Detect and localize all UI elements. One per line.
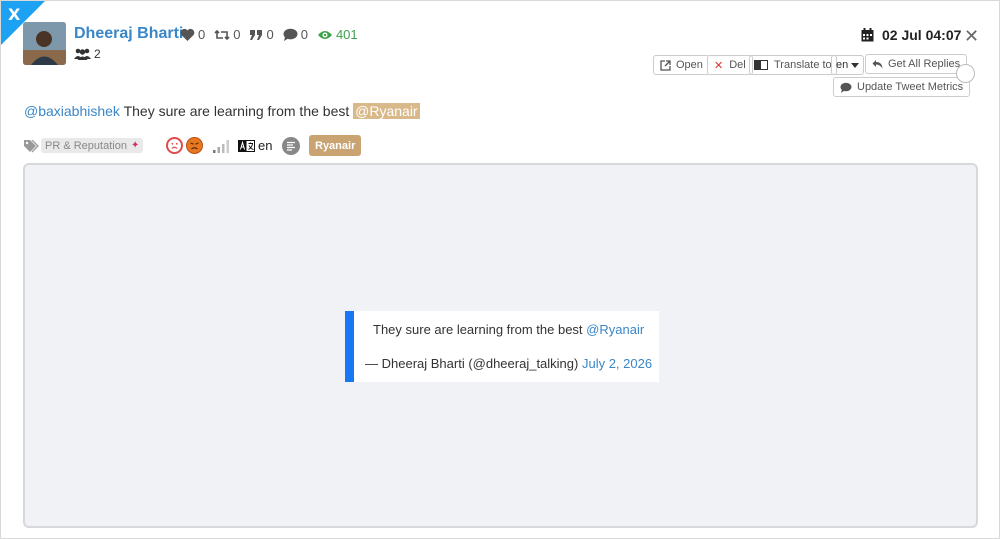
language-value: en [836, 59, 849, 71]
embedded-tweet-quote: They sure are learning from the best @Ry… [345, 311, 659, 382]
likes-stat: 0 [180, 27, 205, 42]
translate-label: Translate to [749, 55, 837, 75]
replies-stat: 0 [283, 27, 308, 42]
retweet-icon [214, 29, 230, 40]
delete-label: Del [729, 59, 746, 71]
open-button[interactable]: Open [653, 55, 710, 75]
language-tag-text: en [258, 138, 273, 153]
delete-x-icon: ✕ [714, 58, 724, 72]
embed-date-link[interactable]: July 2, 2026 [582, 356, 652, 371]
reply-icon [872, 60, 883, 69]
sparkle-icon: ✦ [130, 140, 140, 151]
likes-count: 0 [198, 27, 206, 42]
caret-down-icon [851, 62, 860, 68]
followers: 2 [74, 47, 101, 61]
get-all-replies-label: Get All Replies [888, 58, 961, 70]
open-label: Open [676, 59, 703, 71]
calendar-icon [861, 28, 874, 42]
post-card: X Dheeraj Bharti 0 0 0 0 401 2 02 Jul 04… [0, 0, 1000, 539]
replies-count: 0 [300, 27, 308, 42]
language-select[interactable]: en [831, 55, 865, 75]
x-logo-icon: X [8, 5, 21, 24]
highlighted-mention[interactable]: @Ryanair [353, 103, 420, 119]
embed-body: They sure are learning from the best [373, 322, 587, 337]
eye-icon [317, 30, 332, 39]
category-tag[interactable]: PR & Reputation ✦ [41, 138, 144, 153]
post-date: 02 Jul 04:07 [861, 27, 961, 43]
users-icon [74, 48, 91, 60]
signal-strength-icon [213, 140, 229, 153]
retweets-stat: 0 [214, 27, 240, 42]
language-tag: en [238, 138, 272, 153]
author-name[interactable]: Dheeraj Bharti [74, 25, 183, 43]
embed-mention-link[interactable]: @Ryanair [586, 322, 644, 337]
views-count: 401 [335, 27, 358, 42]
heart-icon [180, 28, 195, 41]
translate-icon [238, 139, 255, 152]
quotes-count: 0 [266, 27, 274, 42]
followers-count: 2 [94, 47, 101, 61]
close-icon[interactable]: ✕ [964, 26, 979, 47]
views-stat: 401 [317, 27, 358, 42]
update-metrics-label: Update Tweet Metrics [857, 81, 964, 93]
delete-button[interactable]: ✕ Del [707, 55, 753, 75]
mention-link[interactable]: @baxiabhishek [24, 103, 120, 119]
date-text: 02 Jul 04:07 [882, 27, 962, 43]
brand-tag[interactable]: Ryanair [309, 135, 362, 156]
retweets-count: 0 [233, 27, 241, 42]
get-all-replies-button[interactable]: Get All Replies [865, 54, 968, 74]
quote-icon [250, 29, 263, 40]
paragraph-icon[interactable] [282, 137, 300, 155]
tag-row: PR & Reputation ✦ en Ryanair [24, 135, 364, 157]
tweet-body: They sure are learning from the best [119, 103, 354, 119]
avatar[interactable] [23, 22, 66, 65]
tweet-embed-panel: They sure are learning from the best @Ry… [23, 163, 978, 528]
update-metrics-button[interactable]: Update Tweet Metrics [833, 77, 971, 97]
quotes-stat: 0 [249, 27, 274, 42]
embed-author: — Dheeraj Bharti (@dheeraj_talking) [365, 356, 582, 371]
select-checkbox[interactable] [956, 64, 975, 83]
angry-face-icon[interactable] [186, 137, 203, 154]
tweet-stats: 0 0 0 0 401 [180, 27, 367, 42]
external-link-icon [660, 59, 671, 71]
tags-icon [24, 140, 39, 153]
comment-dots-icon [840, 82, 852, 93]
embed-text: They sure are learning from the best @Ry… [373, 322, 644, 337]
translate-icon [754, 60, 768, 70]
sad-face-icon[interactable] [166, 137, 183, 154]
comment-icon [283, 28, 298, 41]
tweet-text: @baxiabhishek They sure are learning fro… [24, 103, 420, 119]
embed-byline: — Dheeraj Bharti (@dheeraj_talking) July… [365, 356, 652, 371]
category-label: PR & Reputation [45, 139, 127, 152]
translate-text: Translate to [774, 59, 832, 71]
